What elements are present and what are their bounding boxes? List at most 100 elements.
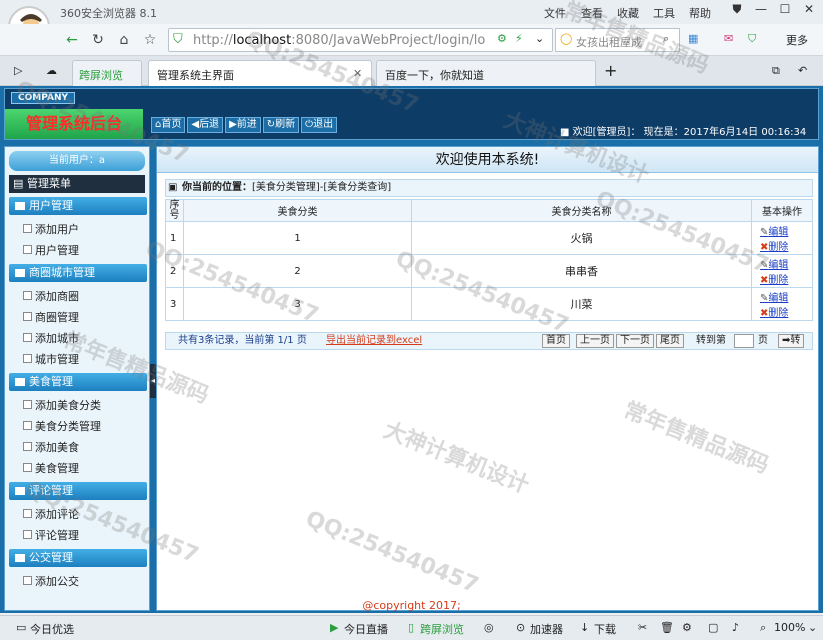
daily-pick-label[interactable]: 今日优选: [30, 621, 74, 637]
toolbar-refresh-label: 刷新: [275, 119, 296, 130]
menu-tools[interactable]: 工具: [653, 5, 675, 21]
sidebar-item-comment-manage[interactable]: 评论管理: [23, 527, 79, 543]
download-icon: ↓: [580, 621, 590, 634]
new-tab-icon[interactable]: +: [604, 61, 617, 80]
accelerator-label[interactable]: 加速器: [530, 621, 563, 637]
tab-admin-main[interactable]: 管理系统主界面 ✕: [148, 60, 372, 86]
cut-icon[interactable]: ✂: [638, 621, 647, 634]
apps-icon[interactable]: ▦: [688, 32, 698, 45]
sidebar-item-add-bus[interactable]: 添加公交: [23, 573, 79, 589]
zoom-level[interactable]: 100%: [774, 621, 805, 634]
tab-label: 百度一下，你就知道: [385, 69, 484, 82]
more-menu[interactable]: 更多: [786, 32, 808, 48]
edit-link[interactable]: ✎编辑: [760, 223, 812, 238]
refresh-icon[interactable]: ↻: [88, 30, 108, 50]
sidebar-item-district-manage[interactable]: 商圈管理: [23, 309, 79, 325]
toolbar-back-button[interactable]: ◀后退: [187, 117, 224, 133]
edit-link[interactable]: ✎编辑: [760, 256, 812, 271]
menu-file[interactable]: 文件: [544, 5, 566, 21]
app-frame: COMPANY 管理系统后台 ⌂首页 ◀后退 ▶前进 ↻刷新 ⏻退出 ■ 欢迎[管理员]…: [0, 86, 823, 613]
edit-link[interactable]: ✎编辑: [760, 289, 812, 304]
sound-icon[interactable]: ♪: [732, 621, 739, 634]
cloud-icon[interactable]: ☁: [46, 64, 57, 77]
tab-cross-screen[interactable]: 跨屏浏览: [72, 60, 142, 86]
home-icon[interactable]: ⌂: [114, 30, 134, 50]
url-host: localhost: [232, 33, 292, 48]
chevron-down-icon[interactable]: ⌄: [808, 621, 817, 634]
live-icon: ▶: [330, 621, 339, 634]
sidebar-item-add-user[interactable]: 添加用户: [23, 221, 79, 237]
delete-link[interactable]: ✖删除: [760, 238, 812, 253]
cell-actions: ✎编辑 ✖删除: [751, 254, 813, 288]
page-unit-label: 页: [758, 335, 768, 346]
delete-link[interactable]: ✖删除: [760, 304, 812, 319]
tab-label: 管理系统主界面: [157, 69, 234, 82]
group-bus[interactable]: 公交管理: [9, 549, 147, 567]
sidebar-item-add-city[interactable]: 添加城市: [23, 330, 79, 346]
close-window-icon[interactable]: ✕: [798, 2, 820, 20]
group-food[interactable]: 美食管理: [9, 373, 147, 391]
shield-icon: ⛉: [173, 32, 183, 47]
close-tab-icon[interactable]: ✕: [353, 67, 362, 80]
sidebar-item-add-food-category[interactable]: 添加美食分类: [23, 397, 101, 413]
sidebar-item-user-manage[interactable]: 用户管理: [23, 242, 79, 258]
export-excel-link[interactable]: 导出当前记录到excel: [326, 333, 422, 349]
undo-close-icon[interactable]: ↶: [798, 64, 807, 77]
browser-title: 360安全浏览器 8.1: [60, 7, 157, 20]
toolbar-logout-button[interactable]: ⏻退出: [301, 117, 338, 133]
group-business-city[interactable]: 商圈城市管理: [9, 264, 147, 282]
minimize-icon[interactable]: —: [750, 2, 772, 20]
search-input[interactable]: ◯ 女孩出租屋成 ⌕: [555, 28, 680, 52]
sidebar-item-add-comment[interactable]: 添加评论: [23, 506, 79, 522]
sidebar-item-food-category-manage[interactable]: 美食分类管理: [23, 418, 101, 434]
toolbar-forward-button[interactable]: ▶前进: [225, 117, 261, 133]
delete-label: 删除: [768, 275, 789, 286]
next-page-button[interactable]: 下一页: [616, 334, 654, 348]
menu-title: ▤ 管理菜单: [9, 175, 145, 193]
url-input[interactable]: ⛉ http://localhost:8080/JavaWebProject/l…: [168, 28, 553, 52]
group-comment[interactable]: 评论管理: [9, 482, 147, 500]
skin-icon[interactable]: ⛊: [726, 2, 748, 20]
trash-icon[interactable]: 🗑: [660, 621, 674, 634]
sidebar-item-food-manage[interactable]: 美食管理: [23, 460, 79, 476]
col-header-category: 美食分类: [183, 199, 412, 222]
game-icon[interactable]: ⚙: [682, 621, 692, 634]
live-label[interactable]: 今日直播: [344, 621, 388, 637]
accelerator-icon: ⊙: [516, 621, 526, 634]
back-icon[interactable]: ←: [62, 30, 82, 50]
delete-link[interactable]: ✖删除: [760, 271, 812, 286]
speed-icon[interactable]: ⚡: [515, 32, 523, 45]
menu-favorites[interactable]: 收藏: [617, 5, 639, 21]
download-label[interactable]: 下载: [594, 621, 616, 637]
sidebar-item-city-manage[interactable]: 城市管理: [23, 351, 79, 367]
prev-page-button[interactable]: 上一页: [576, 334, 614, 348]
toolbar-refresh-button[interactable]: ↻刷新: [262, 117, 300, 133]
search-engine-icon: ◯: [560, 32, 573, 45]
menu-view[interactable]: 查看: [581, 5, 603, 21]
camera-icon[interactable]: ◎: [484, 621, 494, 634]
goto-page-input[interactable]: [734, 334, 754, 348]
chevron-down-icon[interactable]: ⌄: [535, 32, 544, 45]
sidebar-item-add-district[interactable]: 添加商圈: [23, 288, 79, 304]
restore-tab-icon[interactable]: ⧉: [772, 64, 780, 78]
maximize-icon[interactable]: ☐: [774, 2, 796, 20]
sidebar-toggle-icon[interactable]: ▷: [14, 64, 22, 77]
sidebar-item-add-food[interactable]: 添加美食: [23, 439, 79, 455]
mail-icon[interactable]: ✉: [724, 32, 733, 45]
go-button[interactable]: ➡转: [778, 334, 805, 348]
last-page-button[interactable]: 尾页: [656, 334, 684, 348]
group-user[interactable]: 用户管理: [9, 197, 147, 215]
favorite-star-icon[interactable]: ☆: [140, 30, 160, 50]
tab-baidu[interactable]: 百度一下，你就知道: [376, 60, 596, 86]
window-icon[interactable]: ▢: [708, 621, 718, 634]
security-icon[interactable]: ⛉: [748, 32, 756, 46]
col-header-category-name: 美食分类名称: [411, 199, 752, 222]
search-icon[interactable]: ⌕: [663, 32, 669, 46]
first-page-button[interactable]: 首页: [542, 334, 570, 348]
menu-help[interactable]: 帮助: [689, 5, 711, 21]
go-label: 转: [790, 335, 801, 346]
toolbar-home-button[interactable]: ⌂首页: [151, 117, 186, 133]
cross-screen-label[interactable]: 跨屏浏览: [420, 621, 464, 637]
col-header-no: 序号: [165, 199, 184, 222]
certificate-icon[interactable]: ⚙: [497, 32, 507, 45]
